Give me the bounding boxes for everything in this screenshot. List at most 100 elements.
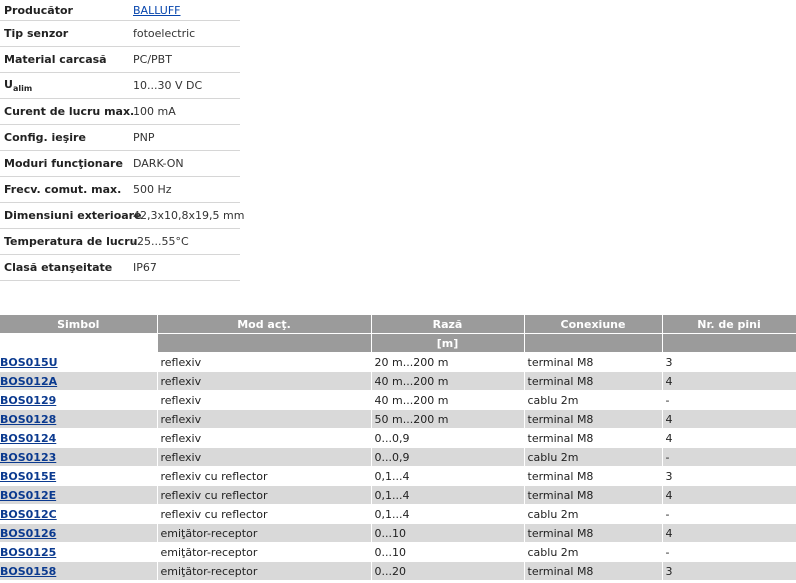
product-link[interactable]: BOS015E [0,470,56,483]
spec-row: Producător BALLUFF [0,0,240,21]
product-link[interactable]: BOS0126 [0,527,56,540]
cell-simbol: BOS0128 [0,409,158,429]
spec-label: Clasă etanşeitate [4,261,113,274]
spec-value: fotoelectric [133,27,196,40]
cell-conexiune: terminal M8 [524,485,663,505]
spec-value: 42,3x10,8x19,5 mm [133,209,245,222]
header-simbol[interactable]: Simbol [0,315,158,334]
cell-raza: 0...0,9 [371,428,525,448]
cell-simbol: BOS015E [0,466,158,486]
spec-row: Moduri funcţionare DARK-ON [0,151,240,177]
cell-simbol: BOS015U [0,352,158,372]
cell-mod-act: reflexiv cu reflector [157,466,372,486]
spec-label-sub: alim [12,84,33,94]
header-raza[interactable]: Rază [371,315,525,334]
product-link[interactable]: BOS0124 [0,432,56,445]
product-link[interactable]: BOS0128 [0,413,56,426]
cell-conexiune: cablu 2m [524,504,663,524]
cell-nr-pini: - [662,542,796,562]
spec-value: 10...30 V DC [133,79,203,92]
cell-mod-act: reflexiv [157,447,372,467]
product-link[interactable]: BOS0129 [0,394,56,407]
cell-mod-act: reflexiv [157,390,372,410]
cell-raza: 50 m...200 m [371,409,525,429]
cell-conexiune: terminal M8 [524,409,663,429]
spec-row: Ualim 10...30 V DC [0,73,240,99]
spec-value: 500 Hz [133,183,172,196]
product-link[interactable]: BOS0158 [0,565,56,578]
unit-blank [662,333,796,353]
cell-raza: 0,1...4 [371,485,525,505]
table-row: BOS015E reflexiv cu reflector 0,1...4 termi… [0,466,796,486]
cell-conexiune: terminal M8 [524,561,663,581]
table-row: BOS012C reflexiv cu reflector 0,1...4 cablu… [0,504,796,524]
spec-row: Temperatura de lucru -25...55°C [0,229,240,255]
product-link[interactable]: BOS012C [0,508,57,521]
cell-mod-act: reflexiv cu reflector [157,485,372,505]
cell-nr-pini: 3 [662,561,796,581]
cell-simbol: BOS0129 [0,390,158,410]
spec-label: Curent de lucru max. [4,105,135,118]
cell-conexiune: cablu 2m [524,542,663,562]
cell-simbol: BOS012E [0,485,158,505]
spec-value: PC/PBT [133,53,172,66]
cell-nr-pini: 4 [662,485,796,505]
cell-mod-act: reflexiv cu reflector [157,504,372,524]
spec-label: Frecv. comut. max. [4,183,122,196]
cell-raza: 0,1...4 [371,504,525,524]
table-row: BOS015U reflexiv 20 m...200 m terminal M8 3 [0,352,796,372]
spec-row: Clasă etanşeitate IP67 [0,255,240,281]
spec-label: Material carcasă [4,53,107,66]
spec-label: Config. ieşire [4,131,86,144]
table-row: BOS0123 reflexiv 0...0,9 cablu 2m - [0,447,796,467]
product-link[interactable]: BOS015U [0,356,58,369]
cell-mod-act: emiţător-receptor [157,542,372,562]
spec-label: Tip senzor [4,27,69,40]
cell-conexiune: cablu 2m [524,447,663,467]
cell-raza: 0...10 [371,523,525,543]
cell-raza: 0...0,9 [371,447,525,467]
cell-conexiune: terminal M8 [524,466,663,486]
header-conexiune[interactable]: Conexiune [524,315,663,334]
header-nr-pini[interactable]: Nr. de pini [662,315,796,334]
product-link[interactable]: BOS0123 [0,451,56,464]
table-row: BOS0129 reflexiv 40 m...200 m cablu 2m - [0,390,796,410]
cell-raza: 20 m...200 m [371,352,525,372]
cell-simbol: BOS012A [0,371,158,391]
spec-value: -25...55°C [133,235,189,248]
spec-row: Dimensiuni exterioare 42,3x10,8x19,5 mm [0,203,244,229]
spec-label: Moduri funcţionare [4,157,123,170]
product-link[interactable]: BOS012A [0,375,57,388]
specifications-table: Producător BALLUFF Tip senzor fotoelectric M… [0,0,244,281]
cell-raza: 0...10 [371,542,525,562]
cell-conexiune: terminal M8 [524,428,663,448]
cell-conexiune: terminal M8 [524,371,663,391]
spec-value: DARK-ON [133,157,184,170]
cell-raza: 0...20 [371,561,525,581]
cell-nr-pini: 3 [662,466,796,486]
cell-nr-pini: 3 [662,352,796,372]
table-row: BOS0124 reflexiv 0...0,9 terminal M8 4 [0,428,796,448]
header-mod-act[interactable]: Mod acţ. [157,315,372,334]
unit-blank [524,333,663,353]
unit-blank [157,333,372,353]
table-row: BOS012A reflexiv 40 m...200 m terminal M8 4 [0,371,796,391]
spec-label: Ualim [0,78,133,93]
cell-nr-pini: 4 [662,428,796,448]
cell-raza: 40 m...200 m [371,390,525,410]
product-link[interactable]: BOS0125 [0,546,56,559]
spec-value: 100 mA [133,105,176,118]
table-unit-row: [m] [0,333,796,353]
table-row: BOS0128 reflexiv 50 m...200 m terminal M8 4 [0,409,796,429]
cell-conexiune: terminal M8 [524,352,663,372]
spec-label: Dimensiuni exterioare [4,209,142,222]
manufacturer-link[interactable]: BALLUFF [133,4,181,17]
cell-nr-pini: 4 [662,409,796,429]
table-row: BOS012E reflexiv cu reflector 0,1...4 termi… [0,485,796,505]
product-link[interactable]: BOS012E [0,489,56,502]
cell-mod-act: reflexiv [157,428,372,448]
spec-row: Curent de lucru max. 100 mA [0,99,240,125]
cell-raza: 0,1...4 [371,466,525,486]
spec-label-main: U [4,77,13,91]
table-row: BOS0125 emiţător-receptor 0...10 cablu 2m - [0,542,796,562]
